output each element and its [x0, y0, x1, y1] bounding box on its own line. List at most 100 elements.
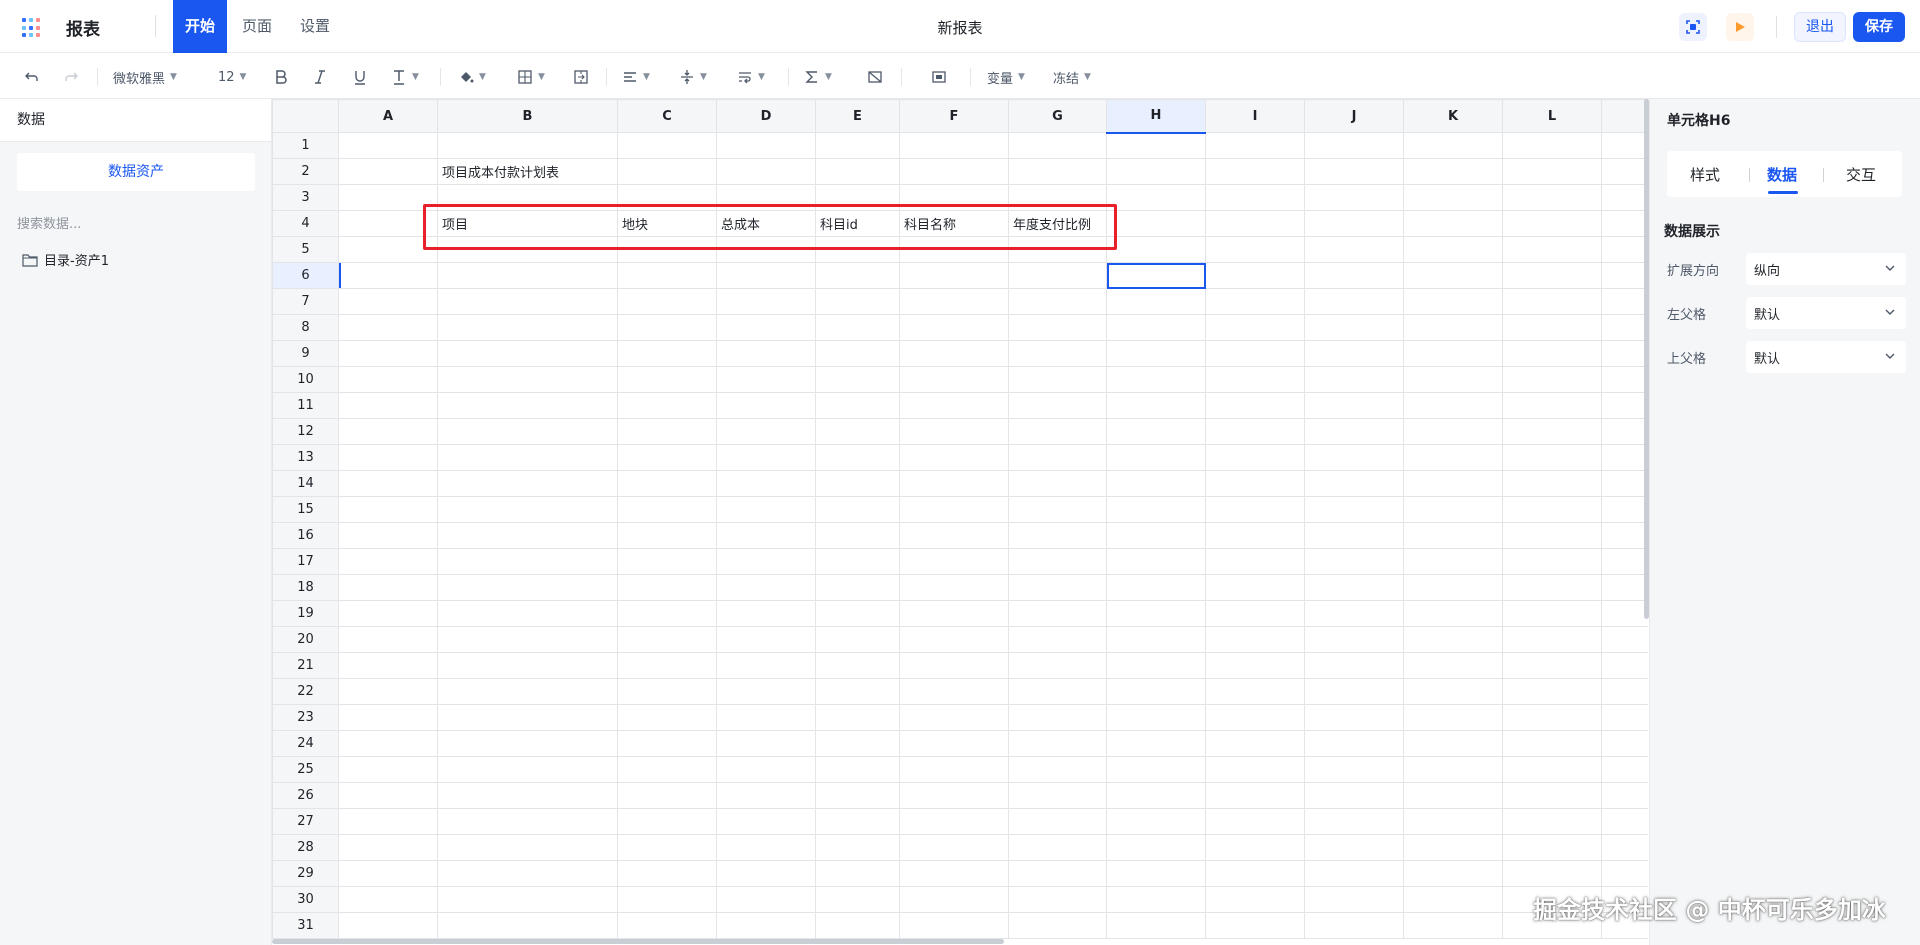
- cell-h30[interactable]: [1106, 886, 1206, 913]
- column-header-j[interactable]: J: [1304, 99, 1404, 133]
- cell-i25[interactable]: [1205, 756, 1305, 783]
- cell-k22[interactable]: [1403, 678, 1503, 705]
- cell-d16[interactable]: [716, 522, 816, 549]
- wrap-button[interactable]: ▼: [737, 64, 765, 90]
- cell-k3[interactable]: [1403, 184, 1503, 211]
- cell-e30[interactable]: [815, 886, 900, 913]
- cell-e28[interactable]: [815, 834, 900, 861]
- cell-l16[interactable]: [1502, 522, 1602, 549]
- cell-b3[interactable]: [437, 184, 618, 211]
- cell-m19[interactable]: [1601, 600, 1648, 627]
- cell-l1[interactable]: [1502, 132, 1602, 159]
- cell-j30[interactable]: [1304, 886, 1404, 913]
- cell-g10[interactable]: [1008, 366, 1107, 393]
- left-parent-select[interactable]: 默认: [1746, 297, 1906, 329]
- cell-b4[interactable]: 项目: [437, 210, 618, 237]
- cell-h2[interactable]: [1106, 158, 1206, 185]
- cell-c25[interactable]: [617, 756, 717, 783]
- cell-c7[interactable]: [617, 288, 717, 315]
- vertical-align-button[interactable]: ▼: [679, 64, 707, 90]
- cell-b23[interactable]: [437, 704, 618, 731]
- cell-l13[interactable]: [1502, 444, 1602, 471]
- cell-g6[interactable]: [1008, 262, 1107, 289]
- cell-h15[interactable]: [1106, 496, 1206, 523]
- cell-f19[interactable]: [899, 600, 1009, 627]
- cell-k9[interactable]: [1403, 340, 1503, 367]
- row-header[interactable]: 31: [272, 912, 339, 939]
- cell-g22[interactable]: [1008, 678, 1107, 705]
- cell-b2[interactable]: 项目成本付款计划表: [437, 158, 618, 185]
- cell-d29[interactable]: [716, 860, 816, 887]
- cell-i31[interactable]: [1205, 912, 1305, 939]
- row-header[interactable]: 2: [272, 158, 339, 185]
- cell-a30[interactable]: [338, 886, 438, 913]
- cell-m15[interactable]: [1601, 496, 1648, 523]
- tab-data[interactable]: 数据: [1767, 164, 1797, 185]
- column-header-g[interactable]: G: [1008, 99, 1107, 133]
- cell-l26[interactable]: [1502, 782, 1602, 809]
- variable-menu[interactable]: 变量 ▼: [987, 64, 1025, 90]
- cell-e25[interactable]: [815, 756, 900, 783]
- cell-g26[interactable]: [1008, 782, 1107, 809]
- cell-j28[interactable]: [1304, 834, 1404, 861]
- cell-g11[interactable]: [1008, 392, 1107, 419]
- cell-a3[interactable]: [338, 184, 438, 211]
- cell-f22[interactable]: [899, 678, 1009, 705]
- cell-i24[interactable]: [1205, 730, 1305, 757]
- cell-j3[interactable]: [1304, 184, 1404, 211]
- row-header[interactable]: 11: [272, 392, 339, 419]
- cell-l15[interactable]: [1502, 496, 1602, 523]
- cell-f7[interactable]: [899, 288, 1009, 315]
- cell-l27[interactable]: [1502, 808, 1602, 835]
- cell-d13[interactable]: [716, 444, 816, 471]
- italic-button[interactable]: [312, 64, 328, 90]
- cell-i17[interactable]: [1205, 548, 1305, 575]
- cell-a15[interactable]: [338, 496, 438, 523]
- cell-g12[interactable]: [1008, 418, 1107, 445]
- cell-a22[interactable]: [338, 678, 438, 705]
- cell-c5[interactable]: [617, 236, 717, 263]
- cell-l8[interactable]: [1502, 314, 1602, 341]
- cell-e19[interactable]: [815, 600, 900, 627]
- cell-g4[interactable]: 年度支付比例: [1008, 210, 1107, 237]
- cell-d5[interactable]: [716, 236, 816, 263]
- run-button[interactable]: [1726, 13, 1754, 41]
- column-header-a[interactable]: A: [338, 99, 438, 133]
- cell-i2[interactable]: [1205, 158, 1305, 185]
- column-header-m[interactable]: M: [1601, 99, 1648, 133]
- cell-b10[interactable]: [437, 366, 618, 393]
- cell-f9[interactable]: [899, 340, 1009, 367]
- align-button[interactable]: ▼: [622, 64, 650, 90]
- row-header[interactable]: 27: [272, 808, 339, 835]
- cell-d6[interactable]: [716, 262, 816, 289]
- cell-j1[interactable]: [1304, 132, 1404, 159]
- cell-j11[interactable]: [1304, 392, 1404, 419]
- cell-k17[interactable]: [1403, 548, 1503, 575]
- cell-f4[interactable]: 科目名称: [899, 210, 1009, 237]
- cell-g8[interactable]: [1008, 314, 1107, 341]
- tab-page[interactable]: 页面: [230, 0, 284, 53]
- cell-a19[interactable]: [338, 600, 438, 627]
- cell-g24[interactable]: [1008, 730, 1107, 757]
- cell-l11[interactable]: [1502, 392, 1602, 419]
- cell-j19[interactable]: [1304, 600, 1404, 627]
- cell-m1[interactable]: [1601, 132, 1648, 159]
- cell-b20[interactable]: [437, 626, 618, 653]
- cell-k24[interactable]: [1403, 730, 1503, 757]
- cell-h31[interactable]: [1106, 912, 1206, 939]
- cell-g25[interactable]: [1008, 756, 1107, 783]
- row-header[interactable]: 1: [272, 132, 339, 159]
- cell-m22[interactable]: [1601, 678, 1648, 705]
- column-header-l[interactable]: L: [1502, 99, 1602, 133]
- cell-a16[interactable]: [338, 522, 438, 549]
- cell-k28[interactable]: [1403, 834, 1503, 861]
- cell-f26[interactable]: [899, 782, 1009, 809]
- column-header-f[interactable]: F: [899, 99, 1009, 133]
- cell-j15[interactable]: [1304, 496, 1404, 523]
- cell-d27[interactable]: [716, 808, 816, 835]
- cell-b15[interactable]: [437, 496, 618, 523]
- cell-e1[interactable]: [815, 132, 900, 159]
- column-header-i[interactable]: I: [1205, 99, 1305, 133]
- cell-a18[interactable]: [338, 574, 438, 601]
- cell-b9[interactable]: [437, 340, 618, 367]
